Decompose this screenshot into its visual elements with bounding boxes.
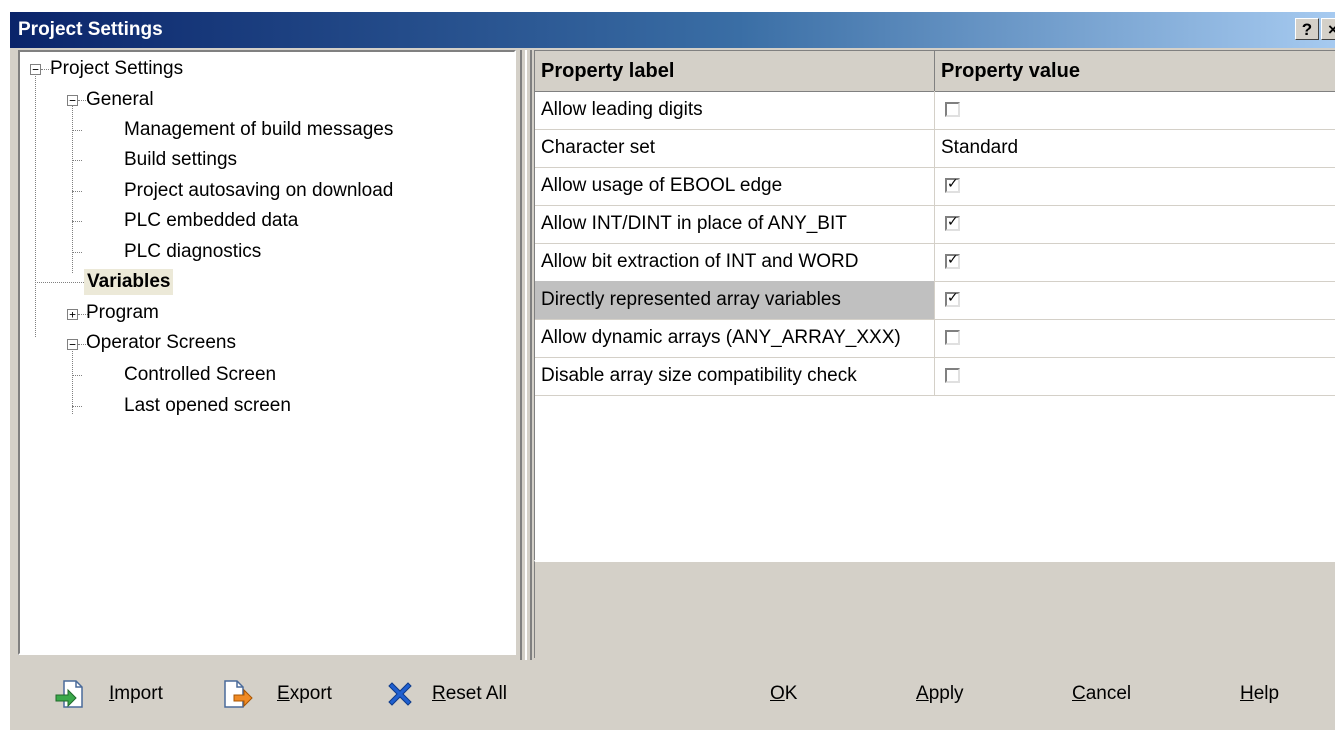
- help-icon[interactable]: ?: [1295, 18, 1319, 40]
- property-label: Disable array size compatibility check: [535, 357, 935, 395]
- tree-connector: [72, 130, 82, 131]
- tree-item-last-opened-screen[interactable]: Last opened screen: [124, 393, 291, 419]
- expand-icon[interactable]: +: [67, 309, 78, 320]
- help-label: Help: [1240, 683, 1280, 704]
- property-value[interactable]: Standard: [935, 129, 1335, 167]
- export-button[interactable]: Export: [222, 672, 347, 716]
- property-label: Character set: [535, 129, 935, 167]
- checkmark-icon: ✓: [947, 290, 959, 306]
- tree-item-general[interactable]: General: [86, 87, 154, 113]
- property-value[interactable]: ✓: [935, 281, 1335, 319]
- title-bar[interactable]: Project Settings ? ×: [10, 12, 1335, 48]
- property-row[interactable]: Disable array size compatibility check: [535, 357, 1335, 396]
- apply-label: Apply: [916, 683, 964, 704]
- collapse-icon[interactable]: −: [67, 95, 78, 106]
- property-value[interactable]: [935, 357, 1335, 395]
- tree-connector: [35, 72, 36, 337]
- reset-x-icon: [388, 682, 412, 706]
- import-button[interactable]: Import: [54, 672, 179, 716]
- close-icon[interactable]: ×: [1321, 18, 1335, 40]
- checkmark-icon: ✓: [947, 176, 959, 192]
- settings-tree[interactable]: − Project Settings − General Management …: [18, 50, 516, 655]
- property-row[interactable]: Allow bit extraction of INT and WORD ✓: [535, 243, 1335, 282]
- tree-connector: [72, 406, 82, 407]
- property-checkbox[interactable]: [945, 368, 960, 383]
- property-checkbox[interactable]: ✓: [945, 176, 960, 193]
- tree-item-project-autosaving[interactable]: Project autosaving on download: [124, 178, 393, 204]
- tree-item-operator-screens[interactable]: Operator Screens: [86, 330, 236, 356]
- property-label: Allow INT/DINT in place of ANY_BIT: [535, 205, 935, 243]
- checkmark-icon: ✓: [947, 214, 959, 230]
- apply-button[interactable]: Apply: [916, 672, 976, 716]
- grid-header: Property label Property value: [535, 51, 1335, 92]
- property-checkbox[interactable]: ✓: [945, 290, 960, 307]
- property-value[interactable]: ✓: [935, 243, 1335, 281]
- property-label: Allow leading digits: [535, 91, 935, 129]
- window-title: Project Settings: [18, 19, 163, 40]
- help-button[interactable]: Help: [1240, 672, 1290, 716]
- property-value[interactable]: [935, 319, 1335, 357]
- cancel-button[interactable]: Cancel: [1072, 672, 1142, 716]
- property-value[interactable]: ✓: [935, 167, 1335, 205]
- property-row[interactable]: Directly represented array variables ✓: [535, 281, 1335, 320]
- property-checkbox[interactable]: ✓: [945, 214, 960, 231]
- tree-item-build-settings[interactable]: Build settings: [124, 147, 237, 173]
- import-icon: [55, 680, 83, 708]
- tree-connector: [35, 282, 90, 283]
- tree-item-plc-diagnostics[interactable]: PLC diagnostics: [124, 239, 261, 265]
- tree-connector: [72, 252, 82, 253]
- property-value[interactable]: [935, 91, 1335, 129]
- export-icon: [224, 680, 253, 708]
- tree-item-management-build-messages[interactable]: Management of build messages: [124, 117, 393, 143]
- project-settings-dialog: Project Settings ? × − Project Settings …: [10, 12, 1335, 730]
- property-value[interactable]: ✓: [935, 205, 1335, 243]
- tree-connector: [72, 375, 82, 376]
- property-row[interactable]: Character set Standard: [535, 129, 1335, 168]
- collapse-icon[interactable]: −: [67, 339, 78, 350]
- tree-item-controlled-screen[interactable]: Controlled Screen: [124, 362, 276, 388]
- property-label: Allow usage of EBOOL edge: [535, 167, 935, 205]
- reset-all-button[interactable]: Reset All: [384, 672, 524, 716]
- column-header-value[interactable]: Property value: [935, 51, 1335, 91]
- checkmark-icon: ✓: [947, 252, 959, 268]
- description-pane: [534, 560, 1335, 658]
- tree-item-project-settings[interactable]: Project Settings: [50, 56, 183, 82]
- tree-connector: [72, 160, 82, 161]
- property-checkbox[interactable]: [945, 330, 960, 345]
- cancel-label: Cancel: [1072, 683, 1132, 704]
- property-row[interactable]: Allow INT/DINT in place of ANY_BIT ✓: [535, 205, 1335, 244]
- reset-all-label: Reset All: [432, 683, 507, 704]
- tree-item-program[interactable]: Program: [86, 300, 159, 326]
- collapse-icon[interactable]: −: [30, 64, 41, 75]
- tree-connector: [72, 103, 73, 273]
- property-label: Allow dynamic arrays (ANY_ARRAY_XXX): [535, 319, 935, 357]
- property-row[interactable]: Allow usage of EBOOL edge ✓: [535, 167, 1335, 206]
- tree-item-plc-embedded-data[interactable]: PLC embedded data: [124, 208, 298, 234]
- property-checkbox[interactable]: [945, 102, 960, 117]
- tree-connector: [72, 191, 82, 192]
- property-grid[interactable]: Property label Property value Allow lead…: [534, 50, 1335, 561]
- property-label: Directly represented array variables: [535, 281, 935, 319]
- column-header-label[interactable]: Property label: [535, 51, 935, 91]
- tree-item-variables[interactable]: Variables: [84, 269, 174, 295]
- tree-connector: [72, 347, 73, 414]
- property-row[interactable]: Allow dynamic arrays (ANY_ARRAY_XXX): [535, 319, 1335, 358]
- export-label: Export: [277, 683, 332, 704]
- ok-label: OK: [770, 683, 798, 704]
- pane-splitter[interactable]: [520, 50, 532, 660]
- ok-button[interactable]: OK: [770, 672, 810, 716]
- import-label: Import: [109, 683, 163, 704]
- tree-connector: [72, 221, 82, 222]
- property-label: Allow bit extraction of INT and WORD: [535, 243, 935, 281]
- property-checkbox[interactable]: ✓: [945, 252, 960, 269]
- property-row[interactable]: Allow leading digits: [535, 91, 1335, 130]
